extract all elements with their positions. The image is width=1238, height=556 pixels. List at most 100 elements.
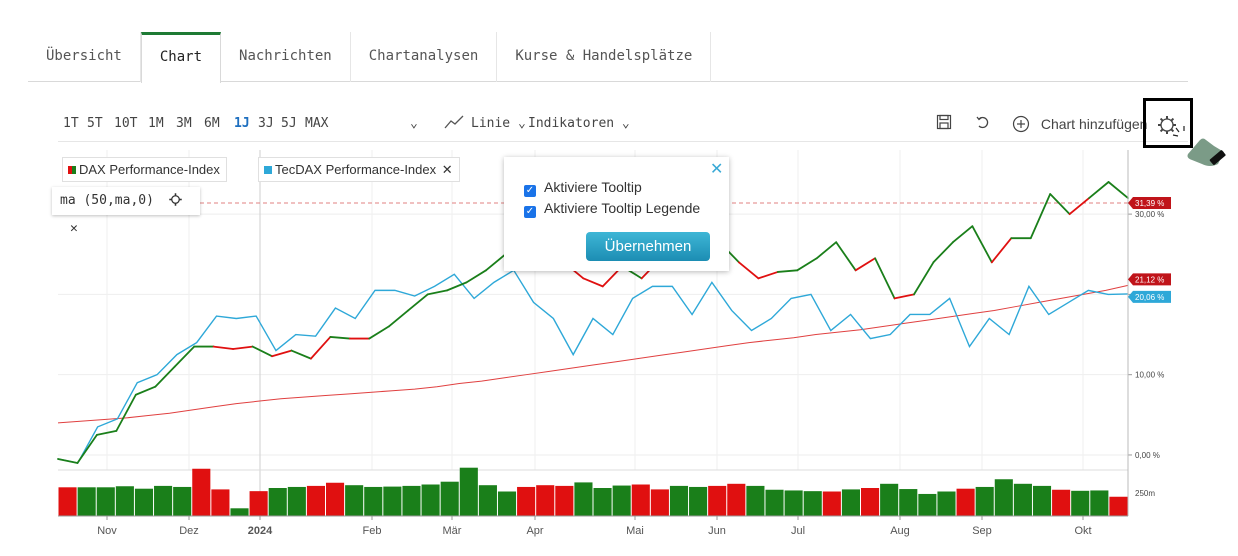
- volume-bar: [574, 482, 593, 516]
- volume-bar: [689, 486, 708, 516]
- dax-series-segment: [913, 261, 935, 296]
- dax-swatch: [68, 166, 76, 174]
- volume-bar: [173, 486, 192, 516]
- volume-bar: [154, 485, 173, 516]
- tooltip-checkbox[interactable]: ✓: [524, 185, 536, 197]
- gear-icon[interactable]: [168, 192, 183, 207]
- dax-series-segment: [310, 336, 332, 360]
- legend-tecdax-label: TecDAX Performance-Index: [275, 162, 437, 177]
- volume-bar: [345, 485, 364, 516]
- close-icon[interactable]: ✕: [70, 221, 78, 236]
- x-tick-label: Jun: [708, 525, 726, 537]
- volume-bar: [1071, 490, 1090, 516]
- close-icon[interactable]: ✕: [710, 159, 723, 179]
- volume-bar: [918, 493, 937, 516]
- dax-series-segment: [387, 309, 410, 328]
- tooltip-legend-option[interactable]: ✓ Aktiviere Tooltip Legende: [524, 200, 700, 218]
- close-icon[interactable]: ✕: [442, 162, 453, 177]
- volume-bar: [784, 490, 803, 516]
- x-tick-label: Mär: [443, 525, 462, 537]
- volume-bar: [249, 491, 268, 516]
- dax-series-segment: [1068, 197, 1090, 216]
- dax-series-segment: [952, 225, 974, 244]
- dax-series-segment: [251, 345, 273, 358]
- dax-series-segment: [329, 336, 351, 340]
- legend-dax-label: DAX Performance-Index: [79, 162, 220, 177]
- volume-bar: [631, 484, 650, 516]
- dax-series-segment: [485, 253, 507, 272]
- dax-series-segment: [990, 237, 1013, 264]
- volume-bar: [994, 479, 1013, 516]
- legend-ma[interactable]: ma (50,ma,0) ✕: [52, 187, 200, 236]
- tooltip-settings-popup: ✕ ✓ Aktiviere Tooltip ✓ Aktiviere Tooltip …: [504, 157, 729, 271]
- volume-bar: [669, 485, 689, 516]
- dax-series-segment: [465, 269, 487, 284]
- x-tick-label: 2024: [248, 525, 273, 537]
- legend-tecdax[interactable]: TecDAX Performance-Index ✕: [258, 157, 460, 182]
- x-tick-label: Nov: [97, 525, 117, 537]
- volume-bar: [268, 488, 287, 516]
- dax-series-segment: [271, 349, 293, 358]
- volume-bar: [880, 483, 899, 516]
- volume-bar: [956, 488, 975, 516]
- volume-bar: [536, 485, 555, 516]
- x-tick-label: Feb: [363, 525, 382, 537]
- y-tick-label: 10,00 %: [1135, 371, 1164, 380]
- tooltip-option[interactable]: ✓ Aktiviere Tooltip: [524, 179, 642, 197]
- volume-bar: [364, 486, 383, 516]
- volume-bar: [593, 488, 612, 516]
- legend-dax[interactable]: DAX Performance-Index: [62, 157, 227, 182]
- volume-tick-label: 250m: [1135, 489, 1155, 498]
- volume-bar: [115, 486, 134, 516]
- performance-chart[interactable]: 0,00 %10,00 %20,00 %30,00 %250m31,39 %21…: [0, 0, 1238, 556]
- volume-bar: [727, 483, 746, 516]
- x-tick-label: Sep: [972, 525, 992, 537]
- dax-series-segment: [796, 257, 818, 272]
- x-tick-label: Okt: [1074, 525, 1091, 537]
- volume-bar: [459, 467, 478, 516]
- volume-bar: [421, 484, 440, 516]
- x-tick-label: Aug: [890, 525, 910, 537]
- volume-bar: [402, 485, 421, 516]
- x-tick-label: Jul: [791, 525, 805, 537]
- tooltip-legend-checkbox[interactable]: ✓: [524, 206, 536, 218]
- tooltip-label: Aktiviere Tooltip: [544, 179, 642, 195]
- volume-bar: [746, 485, 765, 516]
- volume-bar: [899, 489, 918, 516]
- volume-bar: [612, 485, 631, 516]
- volume-bar: [650, 489, 669, 516]
- volume-bar: [1109, 496, 1128, 516]
- dax-series-segment: [76, 433, 98, 464]
- dax-series-segment: [757, 271, 779, 280]
- dax-series-segment: [1029, 193, 1052, 240]
- volume-bar: [861, 488, 880, 516]
- price-label-text: 31,39 %: [1135, 199, 1164, 208]
- dax-series-segment: [874, 257, 896, 300]
- volume-bar: [96, 487, 115, 516]
- x-tick-label: Mai: [626, 525, 644, 537]
- dax-series-segment: [426, 289, 448, 296]
- volume-bar: [1090, 490, 1109, 516]
- tooltip-legend-label: Aktiviere Tooltip Legende: [544, 200, 701, 216]
- volume-bar: [765, 489, 784, 516]
- dax-series-segment: [738, 261, 760, 280]
- volume-bar: [1013, 483, 1032, 516]
- apply-button[interactable]: Übernehmen: [586, 232, 710, 261]
- dax-series-segment: [134, 385, 157, 396]
- volume-bar: [230, 508, 249, 516]
- volume-bar: [134, 488, 154, 516]
- tecdax-swatch: [264, 166, 272, 174]
- volume-bar: [383, 486, 402, 516]
- dax-series-segment: [115, 393, 137, 432]
- volume-bar: [975, 486, 994, 516]
- dax-series-segment: [407, 293, 429, 312]
- volume-bar: [440, 481, 459, 516]
- dax-series-segment: [57, 458, 79, 464]
- volume-bar: [287, 486, 306, 516]
- price-label: 20,06 %: [1128, 290, 1171, 303]
- dax-series-segment: [1088, 181, 1110, 199]
- volume-bar: [478, 485, 497, 516]
- price-label: 21,12 %: [1128, 273, 1171, 286]
- dax-series-segment: [1107, 181, 1129, 199]
- dax-series-segment: [582, 277, 604, 288]
